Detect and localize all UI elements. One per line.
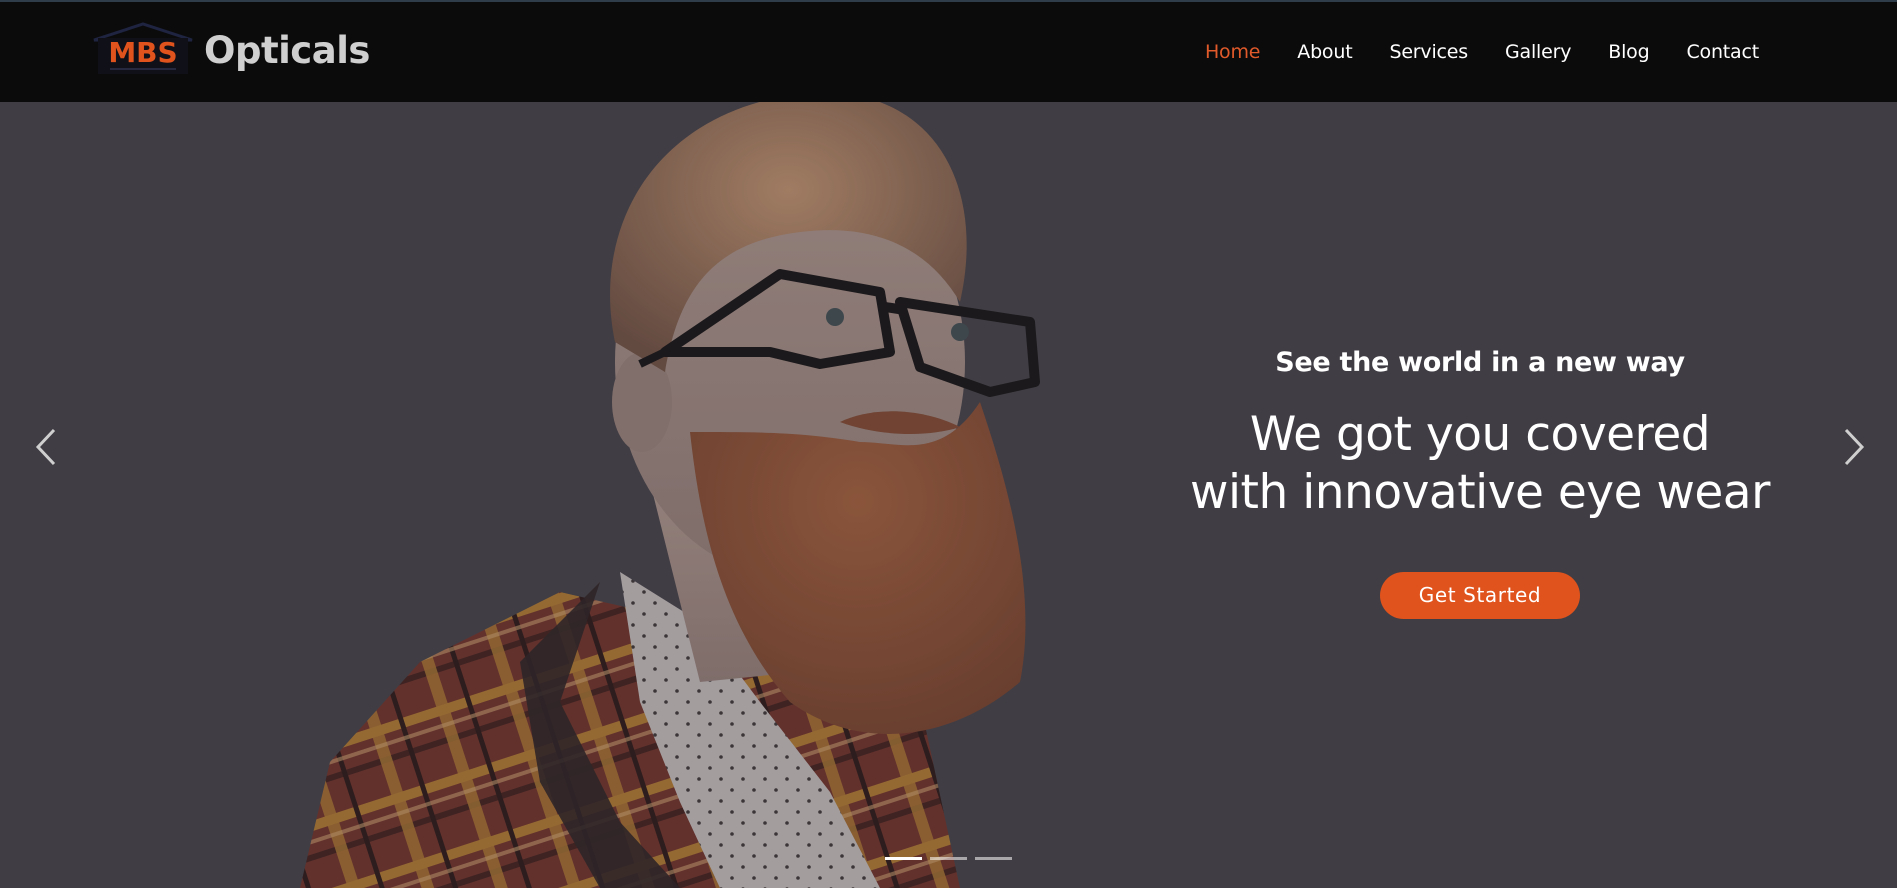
chevron-right-icon: [1844, 428, 1865, 466]
nav-contact[interactable]: Contact: [1686, 41, 1759, 63]
carousel-next-button[interactable]: [1832, 422, 1872, 472]
hero-headline: We got you covered with innovative eye w…: [1180, 406, 1780, 522]
brand-logo-text: MBS: [108, 36, 177, 69]
hero-headline-line-2: with innovative eye wear: [1190, 465, 1770, 520]
nav-about[interactable]: About: [1297, 41, 1352, 63]
brand-name: Opticals: [204, 28, 370, 72]
carousel-indicator-1[interactable]: [885, 857, 922, 860]
brand[interactable]: MBS Opticals: [92, 20, 370, 80]
carousel-indicator-2[interactable]: [930, 857, 967, 860]
carousel-indicator-3[interactable]: [975, 857, 1012, 860]
get-started-button[interactable]: Get Started: [1380, 572, 1580, 619]
hero-caption: See the world in a new way We got you co…: [1180, 347, 1780, 619]
nav-blog[interactable]: Blog: [1608, 41, 1649, 63]
navbar: MBS Opticals Home About Services Gallery…: [0, 2, 1897, 102]
nav-gallery[interactable]: Gallery: [1505, 41, 1571, 63]
nav-services[interactable]: Services: [1389, 41, 1468, 63]
hero-carousel: See the world in a new way We got you co…: [0, 102, 1897, 888]
brand-logo: MBS: [92, 22, 194, 78]
main-nav: Home About Services Gallery Blog Contact: [1168, 2, 1759, 102]
carousel-prev-button[interactable]: [28, 422, 68, 472]
carousel-indicators: [885, 857, 1020, 860]
nav-home[interactable]: Home: [1205, 41, 1261, 63]
hero-headline-line-1: We got you covered: [1249, 407, 1711, 462]
chevron-left-icon: [35, 428, 56, 466]
hero-kicker: See the world in a new way: [1275, 347, 1685, 378]
